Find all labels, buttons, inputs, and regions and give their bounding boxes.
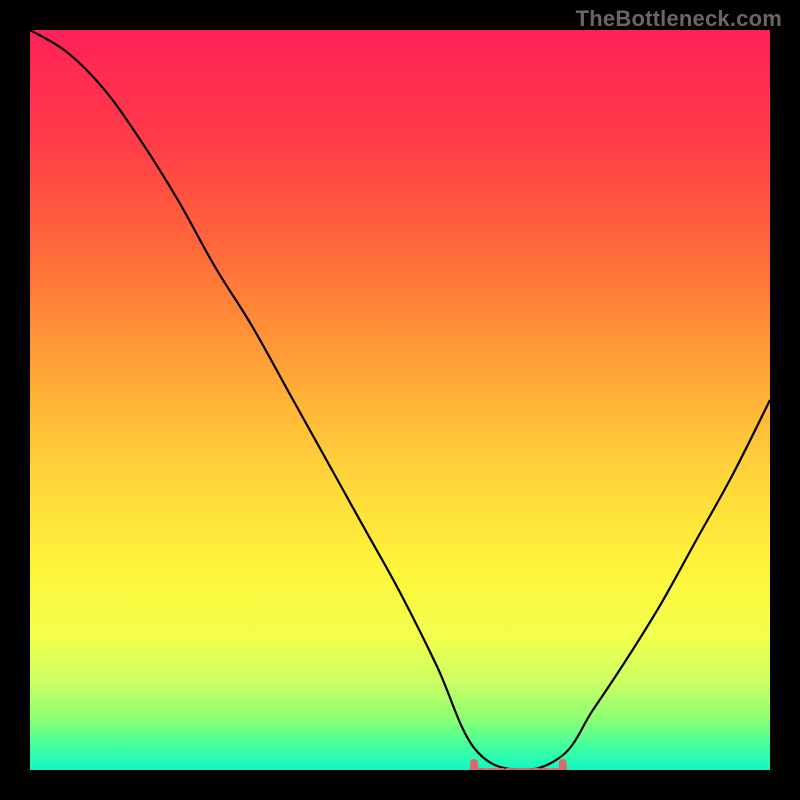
plot-area [30,30,770,770]
chart-container: TheBottleneck.com [0,0,800,800]
min-marker [559,759,567,770]
watermark-text: TheBottleneck.com [576,6,782,32]
chart-svg [30,30,770,770]
min-marker [470,759,478,770]
